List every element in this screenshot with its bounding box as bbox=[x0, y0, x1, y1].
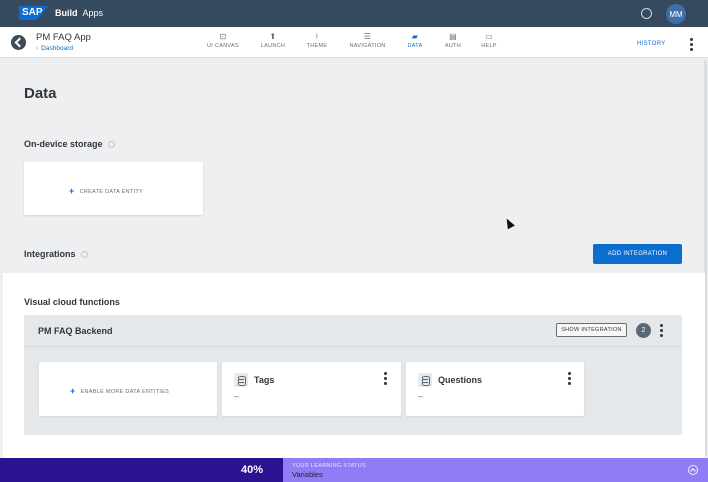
tab-launch[interactable]: ⬆ LAUNCH bbox=[258, 32, 288, 54]
integration-more-icon[interactable] bbox=[660, 324, 663, 339]
navigation-list-icon: ☰ bbox=[363, 32, 372, 41]
history-link[interactable]: HISTORY bbox=[637, 41, 666, 47]
add-integration-button[interactable]: ADD INTEGRATION bbox=[593, 244, 682, 264]
app-header: PM FAQ App › Dashboard ⊡ UI CANVAS ⬆ LAUN… bbox=[0, 27, 708, 58]
avatar[interactable]: MM bbox=[666, 4, 686, 24]
integration-card-header: PM FAQ Backend SHOW INTEGRATION 2 bbox=[24, 315, 682, 347]
tab-label: LAUNCH bbox=[260, 43, 286, 49]
entity-detail: – bbox=[234, 391, 240, 401]
tab-label: NAVIGATION bbox=[349, 43, 386, 49]
integrations-heading: Integrations bbox=[24, 249, 88, 259]
info-icon[interactable] bbox=[107, 141, 115, 149]
back-arrow-icon[interactable] bbox=[11, 35, 26, 50]
chat-bubble-icon[interactable] bbox=[641, 8, 652, 19]
entity-more-icon[interactable] bbox=[568, 372, 571, 387]
tab-theme[interactable]: ⍿ THEME bbox=[304, 32, 330, 54]
app-name: PM FAQ App bbox=[36, 32, 91, 43]
visual-cloud-functions-heading: Visual cloud functions bbox=[24, 297, 120, 307]
on-device-storage-card: + CREATE DATA ENTITY bbox=[24, 162, 203, 215]
entity-detail: – bbox=[418, 391, 424, 401]
tab-label: THEME bbox=[306, 43, 328, 49]
integration-card: PM FAQ Backend SHOW INTEGRATION 2 + ENABL… bbox=[24, 315, 682, 435]
integrations-label: Integrations bbox=[24, 249, 76, 259]
more-options-icon[interactable] bbox=[690, 38, 693, 53]
database-icon bbox=[418, 373, 432, 387]
breadcrumb-dashboard[interactable]: Dashboard bbox=[41, 45, 73, 52]
enable-more-entities-label: ENABLE MORE DATA ENTITIES bbox=[80, 389, 170, 395]
tab-label: AUTH bbox=[444, 43, 462, 49]
tab-label: HELP bbox=[481, 43, 497, 49]
entity-more-icon[interactable] bbox=[384, 372, 387, 387]
tab-label: UI CANVAS bbox=[207, 43, 239, 49]
help-chat-icon: ▭ bbox=[485, 32, 493, 41]
create-data-entity-label: CREATE DATA ENTITY bbox=[79, 189, 144, 195]
entity-card-questions[interactable]: Questions – bbox=[406, 362, 584, 416]
enable-more-entities-button[interactable]: + ENABLE MORE DATA ENTITIES bbox=[70, 386, 169, 396]
entity-name: Tags bbox=[254, 375, 275, 385]
entity-count-badge: 2 bbox=[636, 323, 651, 338]
tab-label: DATA bbox=[407, 43, 423, 49]
database-icon bbox=[234, 373, 248, 387]
launch-icon: ⬆ bbox=[269, 32, 277, 41]
plus-icon: + bbox=[69, 186, 75, 196]
product-title: Build Apps bbox=[55, 8, 103, 18]
entity-card-tags[interactable]: Tags – bbox=[222, 362, 401, 416]
tab-ui-canvas[interactable]: ⊡ UI CANVAS bbox=[203, 32, 243, 54]
page-title: Data bbox=[24, 85, 57, 102]
learning-status-label: YOUR LEARNING STATUS bbox=[292, 463, 366, 469]
mouse-cursor bbox=[503, 216, 515, 230]
create-data-entity-button[interactable]: + CREATE DATA ENTITY bbox=[69, 186, 143, 196]
shell-bar: SAP Build Apps MM bbox=[0, 0, 708, 27]
tab-navigation[interactable]: ☰ NAVIGATION bbox=[346, 32, 389, 54]
theme-brush-icon: ⍿ bbox=[315, 32, 319, 41]
canvas-icon: ⊡ bbox=[219, 32, 227, 41]
enable-more-entities-card[interactable]: + ENABLE MORE DATA ENTITIES bbox=[39, 362, 217, 416]
tab-auth[interactable]: ▤ AUTH bbox=[442, 32, 464, 54]
on-device-storage-heading: On-device storage bbox=[24, 139, 115, 149]
learning-status-value: Variables bbox=[292, 470, 323, 479]
show-integration-button[interactable]: SHOW INTEGRATION bbox=[556, 323, 627, 337]
expand-up-icon[interactable] bbox=[688, 465, 698, 475]
info-icon[interactable] bbox=[80, 251, 88, 259]
on-device-storage-label: On-device storage bbox=[24, 139, 103, 149]
learning-status-bar[interactable]: 40% YOUR LEARNING STATUS Variables bbox=[0, 458, 708, 482]
breadcrumb[interactable]: › Dashboard bbox=[36, 45, 73, 52]
product-name: Apps bbox=[82, 8, 104, 18]
auth-document-icon: ▤ bbox=[449, 32, 457, 41]
tab-data[interactable]: ▰ DATA bbox=[404, 32, 426, 54]
entity-name: Questions bbox=[438, 375, 483, 385]
tab-help[interactable]: ▭ HELP bbox=[479, 32, 499, 54]
learning-percent: 40% bbox=[241, 464, 264, 476]
folder-icon: ▰ bbox=[411, 32, 419, 41]
sap-logo[interactable]: SAP bbox=[19, 6, 48, 20]
plus-icon: + bbox=[70, 386, 76, 396]
learning-progress-fill: 40% bbox=[0, 458, 283, 482]
integration-name: PM FAQ Backend bbox=[38, 326, 113, 336]
learning-status-panel: YOUR LEARNING STATUS Variables bbox=[283, 458, 708, 482]
brand-name: Build bbox=[55, 8, 78, 18]
